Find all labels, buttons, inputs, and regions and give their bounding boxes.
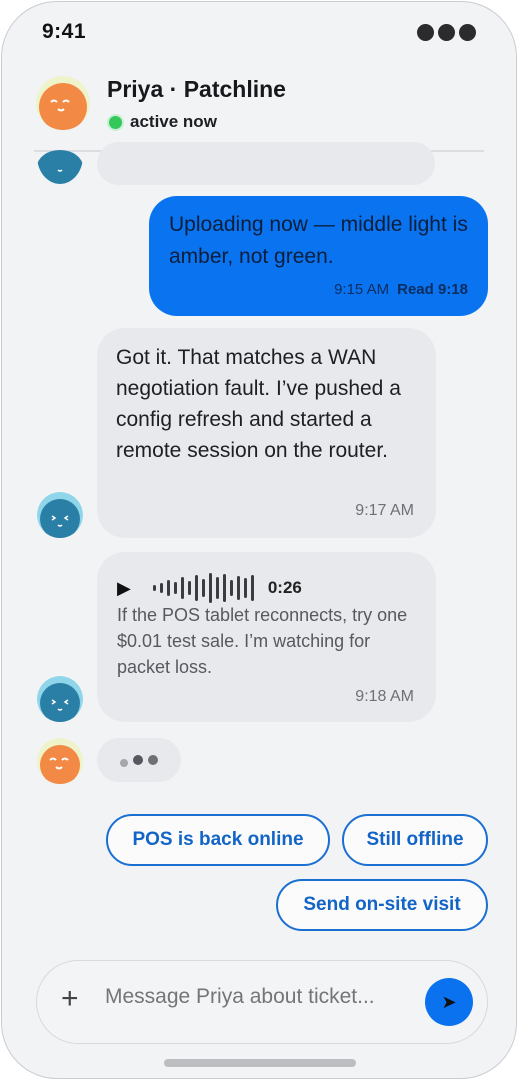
message-text: Uploading now — middle light is amber, n… <box>169 213 468 268</box>
incoming-message[interactable]: Got it. That matches a WAN negotiation f… <box>97 328 436 538</box>
status-indicators-icon <box>417 24 476 41</box>
status-bar: 9:41 <box>42 20 476 50</box>
contact-avatar <box>37 738 83 784</box>
presence-label: active now <box>130 112 217 131</box>
voice-message[interactable]: ▶ 0:26 If the POS tablet reconnects, try… <box>97 552 436 722</box>
quick-reply-still-offline[interactable]: Still offline <box>342 814 488 866</box>
voice-duration: 0:26 <box>267 578 302 597</box>
voice-transcript: If the POS tablet reconnects, try one $0… <box>117 605 408 677</box>
message-list[interactable]: Uploading now — middle light is amber, n… <box>2 142 516 1078</box>
message-time: 9:17 AM <box>355 502 414 519</box>
message-text: Got it. That matches a WAN negotiation f… <box>116 346 401 462</box>
status-time: 9:41 <box>42 20 87 43</box>
contact-avatar[interactable] <box>36 76 90 130</box>
agent-avatar <box>37 492 83 538</box>
send-icon: ➤ <box>441 991 457 1012</box>
message-time: 9:18 AM <box>355 688 414 705</box>
agent-avatar <box>37 676 83 722</box>
previous-message-bubble <box>97 142 435 185</box>
play-icon[interactable]: ▶ <box>117 578 131 599</box>
read-receipt: Read 9:18 <box>397 281 468 298</box>
presence-status: active now <box>107 112 217 132</box>
chat-header: Priya · Patchline active now <box>34 68 484 152</box>
typing-indicator-icon <box>97 738 181 782</box>
home-indicator[interactable] <box>164 1059 356 1067</box>
quick-reply-pos-online[interactable]: POS is back online <box>106 814 330 866</box>
send-button[interactable]: ➤ <box>425 978 473 1026</box>
quick-reply-onsite-visit[interactable]: Send on-site visit <box>276 879 488 931</box>
online-indicator-icon <box>107 113 124 131</box>
voice-player: ▶ 0:26 <box>117 572 302 604</box>
message-composer: + ➤ <box>36 960 488 1044</box>
message-time: 9:15 AM <box>334 281 390 298</box>
plus-icon[interactable]: + <box>61 981 79 1017</box>
outgoing-message[interactable]: Uploading now — middle light is amber, n… <box>149 196 488 316</box>
message-input[interactable] <box>105 985 415 1009</box>
waveform-icon <box>152 572 254 604</box>
contact-name: Priya · Patchline <box>107 76 286 102</box>
agent-avatar <box>37 150 83 184</box>
phone-frame: 9:41 Priya · Patchline active now Upload… <box>1 1 517 1079</box>
message-meta: 9:15 AM Read 9:18 <box>334 281 468 298</box>
